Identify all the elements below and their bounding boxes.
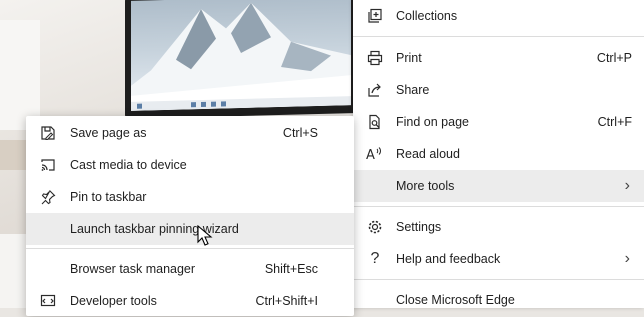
submenu-item-browser-task-manager[interactable]: Browser task manager Shift+Esc <box>26 253 354 285</box>
share-icon <box>366 81 384 99</box>
print-icon <box>366 49 384 67</box>
mouse-cursor-icon <box>197 225 213 246</box>
menu-separator <box>353 36 644 37</box>
menu-item-settings[interactable]: Settings <box>353 211 644 243</box>
collections-icon <box>366 7 384 25</box>
developer-tools-icon <box>39 292 57 310</box>
submenu-item-developer-tools[interactable]: Developer tools Ctrl+Shift+I <box>26 285 354 317</box>
menu-item-help-and-feedback[interactable]: ? Help and feedback › <box>353 243 644 275</box>
menu-separator <box>353 206 644 207</box>
svg-text:A: A <box>366 148 375 162</box>
menu-item-read-aloud[interactable]: A Read aloud <box>353 138 644 170</box>
more-tools-submenu: Save page as Ctrl+S Cast media to device… <box>26 116 354 316</box>
laptop-screen-mountain <box>131 0 351 111</box>
menu-item-find-on-page[interactable]: Find on page Ctrl+F <box>353 106 644 138</box>
menu-separator <box>353 279 644 280</box>
chevron-right-icon: › <box>624 250 630 267</box>
menu-item-collections[interactable]: Collections <box>353 0 644 32</box>
cast-icon <box>39 156 57 174</box>
edge-settings-menu: Collections Print Ctrl+P Share Find on p… <box>353 0 644 308</box>
menu-item-more-tools[interactable]: More tools › <box>353 170 644 202</box>
submenu-item-launch-pinning-wizard[interactable]: Launch taskbar pinning wizard <box>26 213 354 245</box>
find-on-page-icon <box>366 113 384 131</box>
mountain-image <box>131 2 351 111</box>
submenu-item-cast-media[interactable]: Cast media to device <box>26 149 354 181</box>
menu-item-share[interactable]: Share <box>353 74 644 106</box>
help-icon: ? <box>370 250 380 267</box>
submenu-separator <box>26 248 354 249</box>
menu-item-close-edge[interactable]: Close Microsoft Edge <box>353 284 644 316</box>
submenu-item-save-page-as[interactable]: Save page as Ctrl+S <box>26 117 354 149</box>
laptop-image <box>125 0 357 120</box>
pin-icon <box>39 188 57 206</box>
read-aloud-icon: A <box>366 145 384 163</box>
chevron-right-icon: › <box>624 177 630 194</box>
menu-item-print[interactable]: Print Ctrl+P <box>353 42 644 74</box>
settings-icon <box>366 218 384 236</box>
save-page-icon <box>39 124 57 142</box>
submenu-item-pin-to-taskbar[interactable]: Pin to taskbar <box>26 181 354 213</box>
